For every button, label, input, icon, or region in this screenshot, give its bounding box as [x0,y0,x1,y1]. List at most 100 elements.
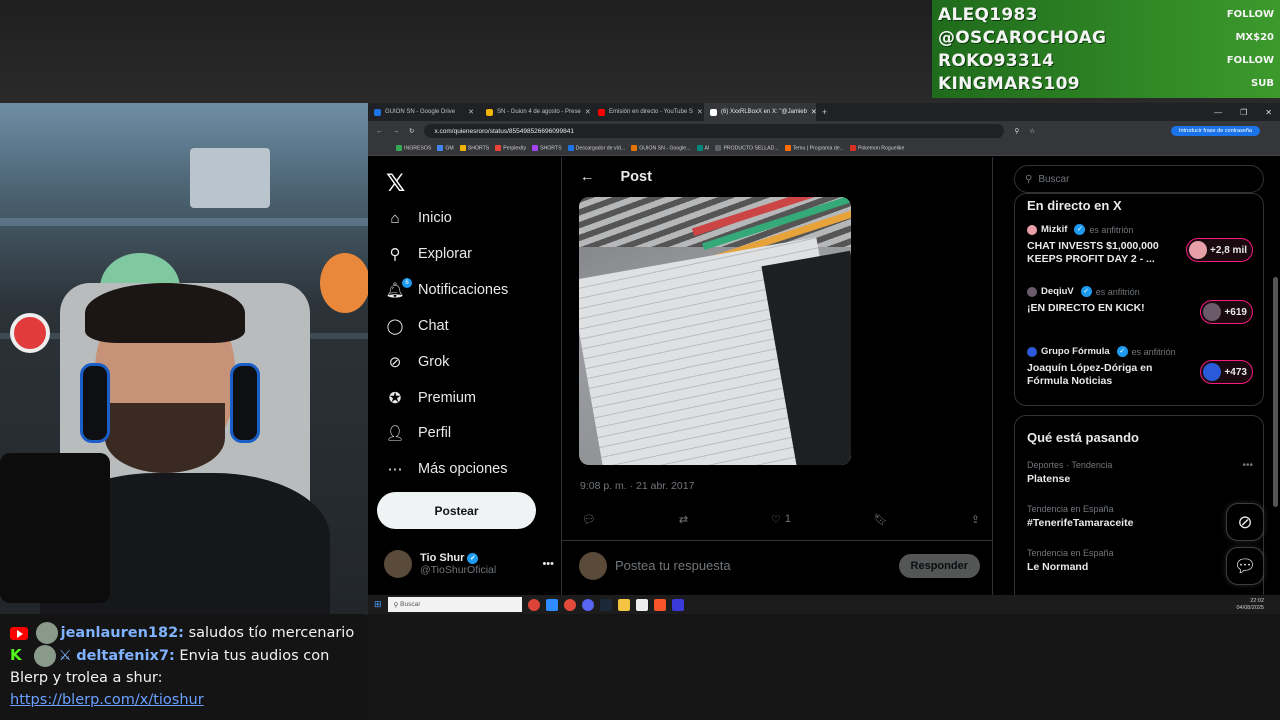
app-icon[interactable] [671,598,684,611]
taskbar-search[interactable]: ⚲ Buscar [387,597,522,612]
window-controls: — ❐ ✕ [1214,108,1280,117]
nav-item-grok[interactable]: ⊘ Grok [386,353,450,371]
live-item[interactable]: DeqiuV ✓ es anfitrión ¡EN DIRECTO EN KICK! +… [1027,286,1253,324]
trend-item[interactable]: Deportes · Tendencia Platense ••• [1027,460,1253,485]
app-icon[interactable] [545,598,558,611]
scrollbar[interactable] [1273,277,1278,507]
new-tab-button[interactable]: + [816,107,827,117]
browser-tab-active[interactable]: (6) XxxRLBoxX en X: "@Jamieb ✕ [704,103,816,121]
bookmark-item[interactable]: PRODUCTO SELLAD... [715,144,779,151]
page-title: Post [620,169,652,185]
reload-icon[interactable]: ↻ [409,127,414,135]
reply-button[interactable]: Responder [898,553,980,578]
live-stream-title: CHAT INVESTS $1,000,000 KEEPS PROFIT DAY… [1027,240,1159,265]
grok-fab-icon[interactable]: ⊘ [1226,503,1264,541]
bookmark-label: Perplexity [503,145,527,152]
bookmark-icon[interactable]: 🔖︎ [874,513,888,526]
search-input[interactable]: ⚲ Buscar [1014,165,1264,193]
bookmark-favicon-icon [631,144,638,151]
browser-tab[interactable]: SN - Guion 4 de agosto - Prese ✕ [480,103,592,121]
minimize-icon[interactable]: — [1214,108,1222,117]
trend-item[interactable]: Tendencia en España Le Normand [1027,548,1253,573]
folder-icon[interactable] [617,598,630,611]
avatar [1203,303,1222,321]
nav-item-inicio[interactable]: ⌂ Inicio [386,209,451,227]
nav-label: Notificaciones [418,282,509,298]
back-arrow-icon[interactable]: ← [580,169,595,185]
post-image[interactable] [579,197,851,465]
forward-icon[interactable]: → [393,128,400,135]
star-icon[interactable]: ☆ [1029,127,1035,135]
verified-icon: ✓ [1116,346,1128,357]
bookmark-item[interactable]: Perplexity [495,144,527,152]
bookmark-item[interactable]: GM [437,144,454,151]
url-input[interactable]: x.com/quienesroro/status/855498526696099… [424,124,1005,138]
bookmark-item[interactable]: GUION SN - Google... [631,144,691,151]
nav-item-notificaciones[interactable]: 🔔︎ Notificaciones 6 [385,278,509,299]
search-icon: ⚲ [1025,173,1033,185]
avatar [579,551,607,580]
bookmark-item[interactable]: AI [696,144,710,152]
zoom-icon[interactable]: ⚲ [1014,127,1019,135]
trend-name: #TenerifeTamaraceite [1027,517,1134,529]
account-switcher[interactable]: Tio Shur ✓ @TioShurOficial ••• [384,547,554,581]
live-viewers-pill[interactable]: +473 [1200,360,1253,384]
live-viewers-pill[interactable]: +619 [1200,300,1253,324]
chat-link[interactable]: https://blerp.com/x/tioshur [10,692,204,708]
trend-item[interactable]: Tendencia en España #TenerifeTamaraceite [1027,504,1253,529]
live-viewers-pill[interactable]: +2,8 mil [1186,238,1253,262]
alert-row: ROKO93314 FOLLOW [938,49,1274,72]
nav-item-perfil[interactable]: 👤︎ Perfil [385,424,451,442]
nav-item-explorar[interactable]: ⚲ Explorar [386,245,473,263]
post-timestamp[interactable]: 9:08 p. m. · 21 abr. 2017 [580,480,694,492]
tab-favicon-icon [598,108,605,116]
close-icon[interactable]: ✕ [697,108,703,116]
bookmark-item[interactable]: SHORTS [532,144,562,151]
steam-icon[interactable] [599,598,612,611]
more-icon[interactable]: ••• [542,558,554,570]
app-icon[interactable] [563,598,576,611]
like-button[interactable]: ♡ 1 [771,513,791,526]
chat-text: saludos tío mercenario [183,625,355,641]
tab-label: GUION SN - Google Drive [385,109,456,115]
bookmark-label: AI [704,145,710,152]
back-icon[interactable]: ← [376,128,383,135]
reply-input[interactable]: Postea tu respuesta [615,558,731,573]
close-icon[interactable]: ✕ [585,108,591,116]
nav-label: Grok [418,354,450,370]
alert-type: FOLLOW [1226,55,1274,66]
more-icon[interactable]: ••• [1242,460,1253,471]
close-window-icon[interactable]: ✕ [1265,108,1272,117]
browser-tab[interactable]: GUION SN - Google Drive ✕ [368,103,480,121]
nav-item-mas-opciones[interactable]: ⋯ Más opciones [386,460,508,478]
bookmark-item[interactable]: Pokemon Roguelike [849,144,904,151]
post-button[interactable]: Postear [377,492,536,529]
nav-item-premium[interactable]: ✪ Premium [386,389,476,407]
windows-start-icon[interactable]: ⊞ [374,599,382,610]
repost-icon[interactable]: ⇄ [679,513,688,526]
tab-label: (6) XxxRLBoxX en X: "@Jamieb [721,109,807,115]
url-text: x.com/quienesroro/status/855498526696099… [434,127,574,135]
discord-icon[interactable] [581,598,594,611]
file-icon[interactable] [635,598,648,611]
chrome-icon[interactable] [527,598,540,611]
maximize-icon[interactable]: ❐ [1240,108,1247,117]
password-button[interactable]: Introducir frase de contraseña [1170,126,1260,136]
x-logo-icon[interactable]: 𝕏 [386,169,405,197]
browser-tab[interactable]: Emisión en directo - YouTube S ✕ [592,103,704,121]
brave-icon[interactable] [653,598,666,611]
close-icon[interactable]: ✕ [468,108,474,116]
bookmark-item[interactable]: INGRESOS [396,144,431,151]
chat-fab-icon[interactable]: 💬︎ [1226,547,1264,585]
bookmark-item[interactable]: Temu | Programa de... [784,144,844,151]
viewer-count: +619 [1224,306,1247,318]
live-item[interactable]: Grupo Fórmula ✓ es anfitrión Joaquín López-… [1027,346,1253,388]
nav-item-chat[interactable]: ◯ Chat [386,317,449,335]
avatar [1203,363,1222,381]
taskbar-clock[interactable]: 22:02 04/08/2025 [1236,598,1264,612]
live-item[interactable]: Mizkif ✓ es anfitrión CHAT INVESTS $1,000,0… [1027,224,1253,266]
share-icon[interactable]: ⇪ [971,513,980,526]
bookmark-item[interactable]: SHORTS [459,144,489,151]
bookmark-item[interactable]: Descargador de víd... [567,144,625,151]
reply-icon[interactable]: 💬︎ [582,513,596,526]
